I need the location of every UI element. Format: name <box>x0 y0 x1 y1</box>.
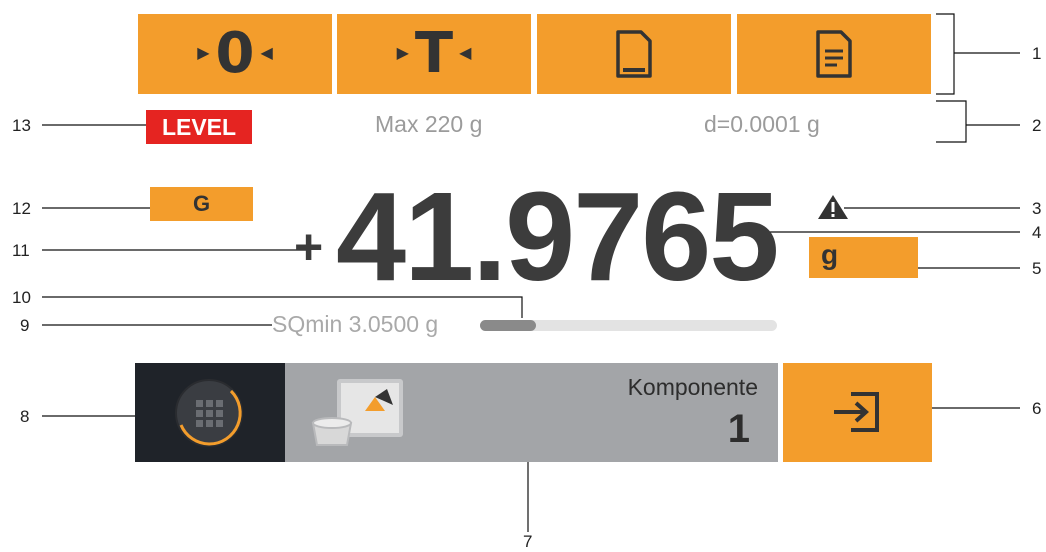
readability: d=0.0001 g <box>704 111 820 137</box>
gross-label: G <box>192 191 211 216</box>
callout-5: 5 <box>1032 259 1042 278</box>
zero-button[interactable]: ▶ 0 ◀ <box>138 14 332 94</box>
callout-13: 13 <box>12 116 31 135</box>
document-lines-icon <box>816 30 852 78</box>
max-capacity: Max 220 g <box>375 111 483 137</box>
callout-11: 11 <box>12 241 30 260</box>
arrow-right-icon: ▶ <box>396 45 409 62</box>
document-button[interactable] <box>537 14 731 94</box>
transfer-button[interactable] <box>783 363 932 462</box>
main-menu-button[interactable] <box>135 363 285 462</box>
unit-label: g <box>821 239 839 270</box>
transfer-in-icon <box>834 392 879 432</box>
callout-9: 9 <box>20 316 30 335</box>
component-label: Komponente <box>627 374 758 400</box>
sqmin-label: SQmin 3.0500 g <box>272 311 439 337</box>
tare-label: T <box>414 21 454 86</box>
document-blank-icon <box>616 30 652 78</box>
callout-4: 4 <box>1032 223 1042 242</box>
level-label: LEVEL <box>161 113 237 140</box>
callout-7: 7 <box>523 532 533 551</box>
unit-button[interactable]: g <box>809 237 918 278</box>
zero-label: 0 <box>215 21 255 86</box>
callout-12: 12 <box>12 199 31 218</box>
level-warning-badge[interactable]: LEVEL <box>146 110 252 144</box>
sqmin-progress-track <box>480 320 777 331</box>
grid-menu-icon <box>175 379 243 447</box>
weighing-method-icon <box>311 379 403 446</box>
gross-indicator: G <box>150 187 253 221</box>
component-number: 1 <box>727 407 750 451</box>
arrow-left-icon: ◀ <box>260 45 273 62</box>
callout-8: 8 <box>20 407 30 426</box>
callout-1: 1 <box>1032 44 1042 63</box>
warning-icon <box>818 195 848 219</box>
document-print-button[interactable] <box>737 14 931 94</box>
arrow-right-icon: ▶ <box>197 45 210 62</box>
component-panel[interactable]: Komponente 1 <box>285 363 778 462</box>
sqmin-progress-fill <box>480 320 537 331</box>
callout-2: 2 <box>1032 116 1042 135</box>
weight-value: 41.9765 <box>336 166 779 307</box>
callout-6: 6 <box>1032 399 1042 418</box>
callout-10: 10 <box>12 288 31 307</box>
weight-sign: + <box>294 219 324 275</box>
callout-3: 3 <box>1032 199 1042 218</box>
tare-button[interactable]: ▶ T ◀ <box>337 14 531 94</box>
arrow-left-icon: ◀ <box>459 45 472 62</box>
